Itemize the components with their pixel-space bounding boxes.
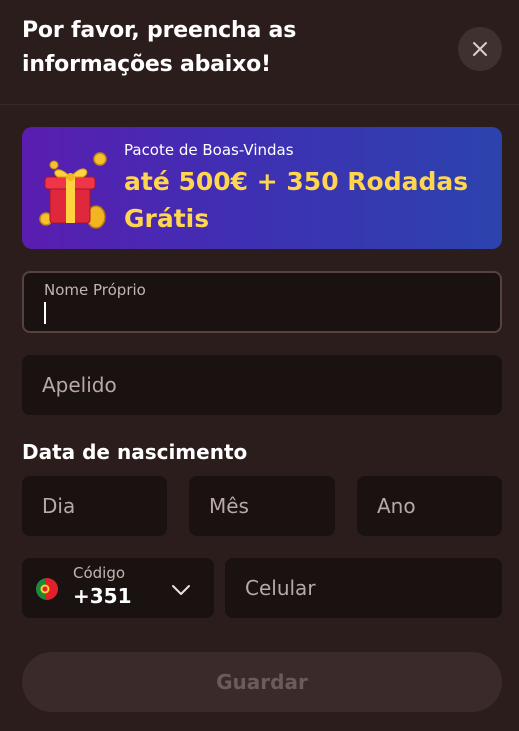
birth-day-placeholder: Dia: [42, 494, 76, 518]
modal-header: Por favor, preencha as informações abaix…: [0, 0, 519, 105]
text-caret: [44, 302, 46, 324]
close-button[interactable]: [458, 27, 502, 71]
modal-title: Por favor, preencha as informações abaix…: [22, 18, 297, 77]
first-name-label: Nome Próprio: [44, 281, 146, 299]
birth-year-placeholder: Ano: [377, 494, 416, 518]
birth-day-field[interactable]: Dia: [22, 476, 167, 536]
country-code-select[interactable]: Código +351: [22, 558, 214, 618]
last-name-field[interactable]: Apelido: [22, 355, 502, 415]
last-name-placeholder: Apelido: [42, 373, 117, 397]
chevron-down-icon: [172, 585, 190, 595]
gift-icon: [39, 152, 107, 229]
phone-number-field[interactable]: Celular: [225, 558, 502, 618]
registration-modal: Por favor, preencha as informações abaix…: [0, 0, 519, 731]
birth-month-placeholder: Mês: [209, 494, 249, 518]
portugal-flag-icon: [36, 578, 58, 600]
country-code-value: +351: [73, 584, 132, 608]
welcome-bonus-banner: Pacote de Boas-Vindas até 500€ + 350 Rod…: [22, 127, 502, 249]
birth-month-field[interactable]: Mês: [189, 476, 335, 536]
banner-headline: até 500€ + 350 Rodadas Grátis: [124, 167, 469, 233]
banner-subtitle: Pacote de Boas-Vindas: [124, 141, 294, 159]
close-icon: [473, 42, 487, 56]
birth-date-label: Data de nascimento: [22, 440, 248, 464]
save-button[interactable]: Guardar: [22, 652, 502, 712]
phone-number-placeholder: Celular: [245, 576, 316, 600]
birth-year-field[interactable]: Ano: [357, 476, 502, 536]
country-code-label: Código: [73, 564, 126, 582]
first-name-field[interactable]: Nome Próprio: [22, 271, 502, 333]
